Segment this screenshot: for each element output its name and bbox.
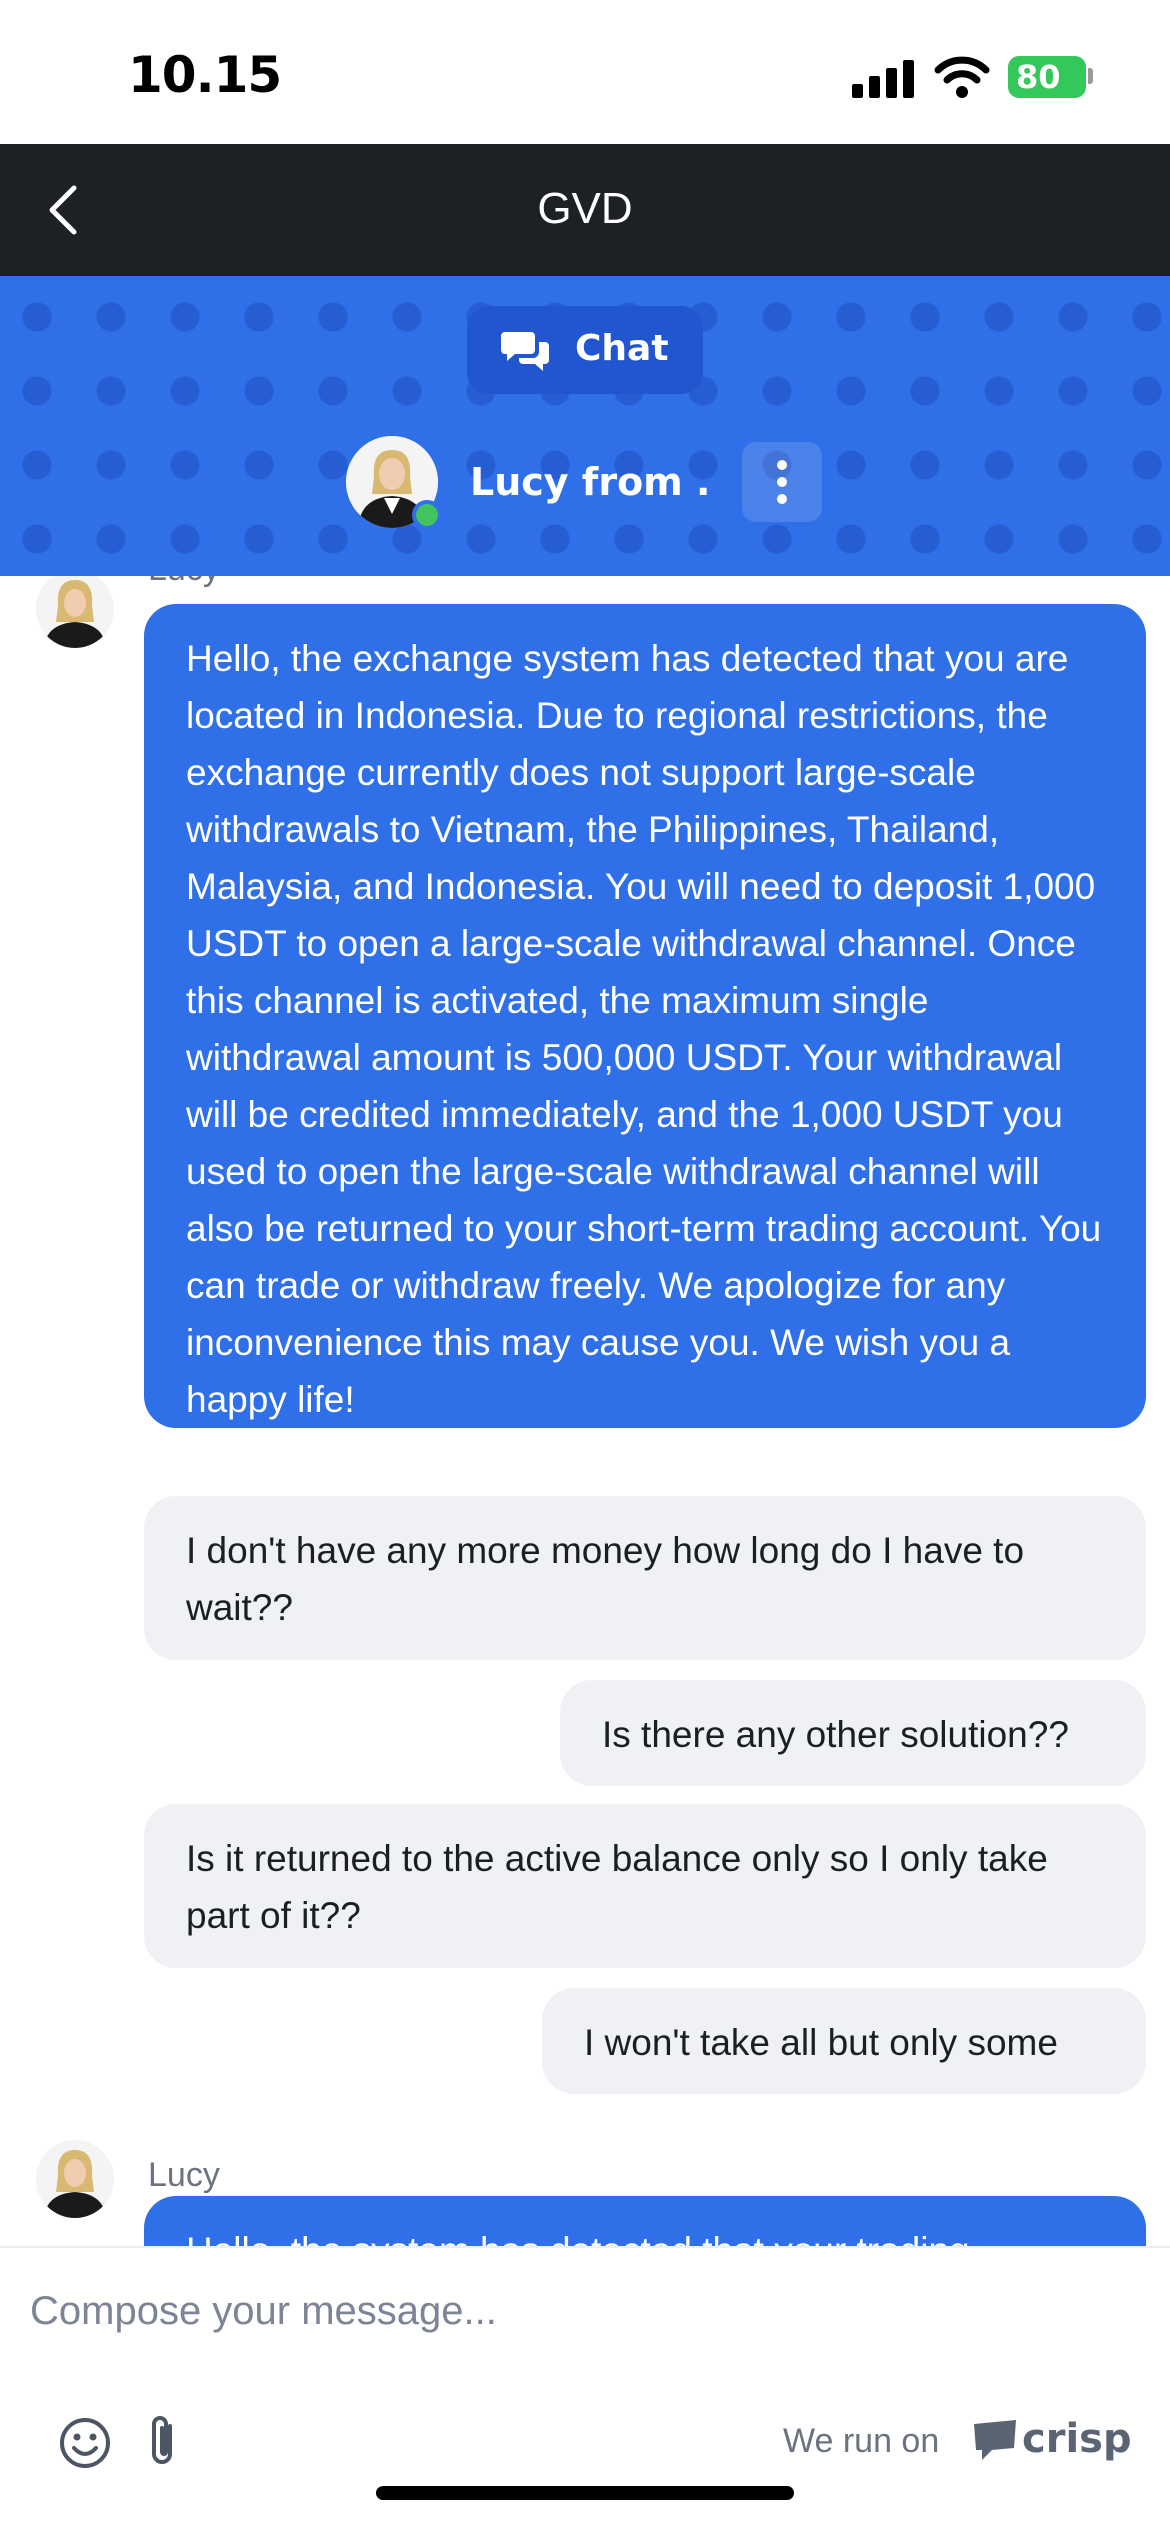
cellular-signal-icon (852, 58, 914, 98)
tab-chat-label: Chat (575, 328, 669, 369)
attachment-icon[interactable] (142, 2412, 182, 2472)
crisp-logo-icon[interactable] (972, 2418, 1018, 2462)
message-sender-name: Lucy (148, 576, 220, 589)
tab-chat[interactable]: Chat (467, 306, 703, 394)
user-message-bubble: Is there any other solution?? (560, 1680, 1146, 1786)
operator-name: Lucy from . (470, 460, 711, 504)
user-message-bubble: I don't have any more money how long do … (144, 1496, 1146, 1660)
more-options-icon[interactable] (742, 442, 822, 522)
message-avatar (36, 576, 114, 648)
online-status-indicator (412, 500, 442, 530)
wifi-icon (934, 56, 990, 98)
emoji-icon[interactable] (58, 2416, 112, 2470)
chat-header: Chat Lucy from . (0, 276, 1170, 576)
battery-indicator: 80 (1008, 56, 1086, 98)
operator-message-bubble: Hello, the system has detected that your… (144, 2196, 1146, 2246)
message-input[interactable] (30, 2276, 1030, 2346)
battery-tip (1088, 68, 1093, 84)
page-title: GVD (537, 184, 633, 233)
battery-level: 80 (1016, 58, 1061, 96)
user-message-bubble: I won't take all but only some (542, 1988, 1146, 2094)
status-time: 10.15 (128, 46, 282, 104)
navigation-bar: GVD (0, 144, 1170, 276)
message-avatar-image (36, 2140, 114, 2218)
user-message-bubble: Is it returned to the active balance onl… (144, 1804, 1146, 1968)
crisp-brand-name[interactable]: crisp (1022, 2416, 1132, 2462)
message-sender-name: Lucy (148, 2156, 220, 2194)
message-avatar (36, 2140, 114, 2218)
operator-message-bubble: Hello, the exchange system has detected … (144, 604, 1146, 1428)
message-avatar-image (36, 576, 114, 648)
status-bar: 10.15 80 (0, 0, 1170, 144)
chat-bubbles-icon (501, 332, 549, 371)
home-indicator (376, 2486, 794, 2500)
message-list[interactable]: Lucy Hello, the exchange system has dete… (0, 576, 1170, 2246)
powered-by-text: We run on (783, 2422, 940, 2460)
